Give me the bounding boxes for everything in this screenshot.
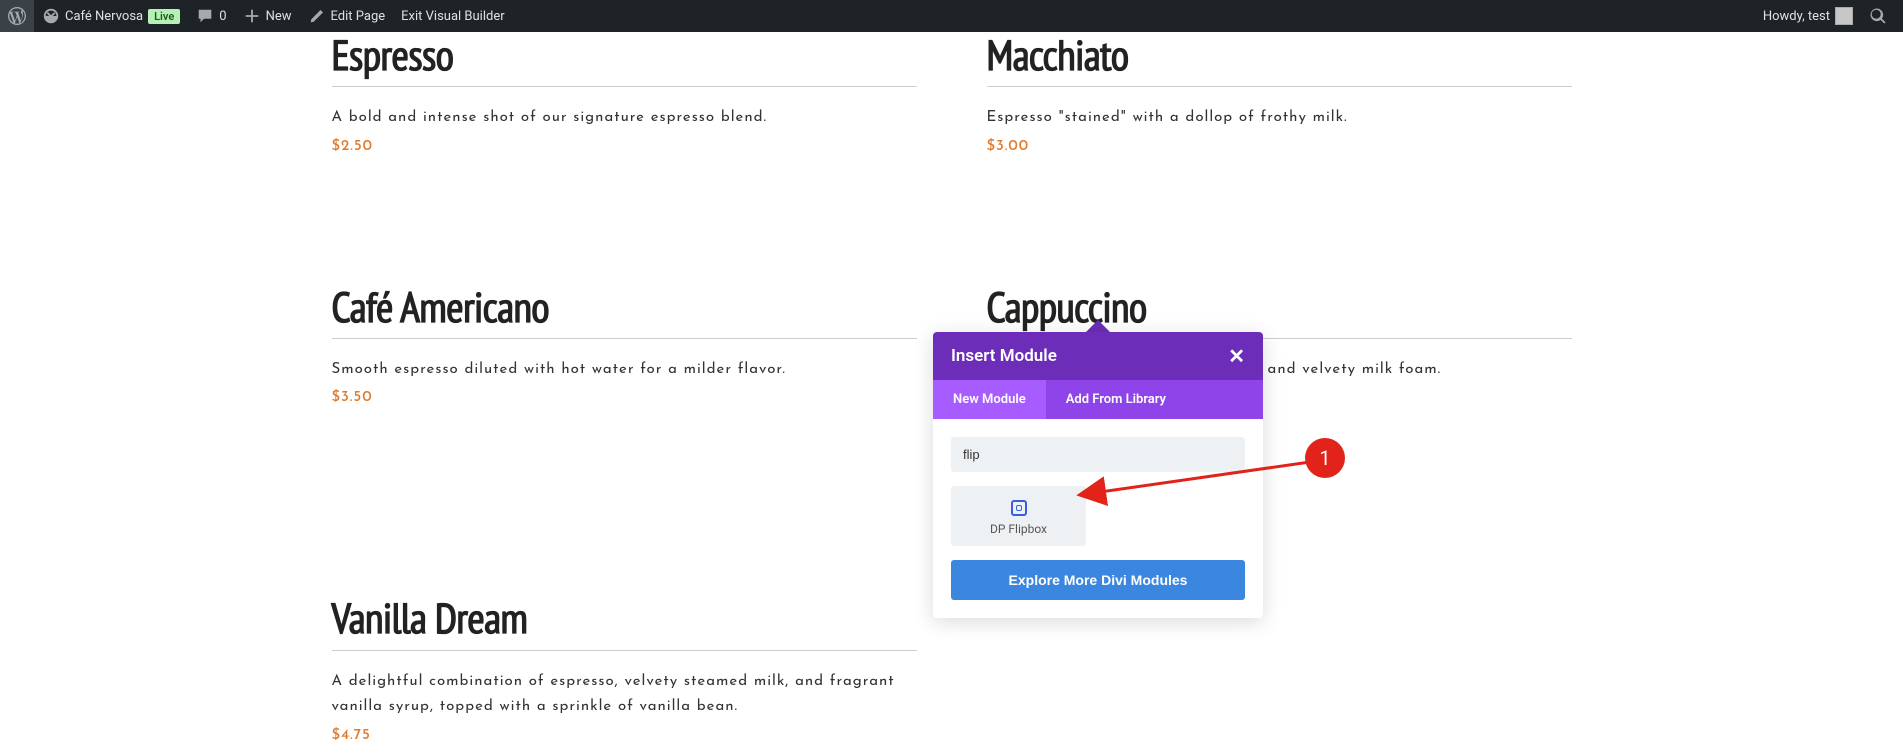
module-card-label: DP Flipbox xyxy=(957,522,1080,536)
search-toggle[interactable] xyxy=(1861,0,1895,32)
plus-icon xyxy=(243,7,261,25)
close-icon[interactable]: ✕ xyxy=(1228,346,1245,366)
menu-item-title: Vanilla Dream xyxy=(332,595,917,650)
menu-item-price: $2.50 xyxy=(332,139,917,154)
menu-item-price: $3.50 xyxy=(332,390,917,405)
menu-item-price: $4.75 xyxy=(332,728,917,743)
menu-item-desc: Espresso "stained" with a dollop of frot… xyxy=(987,105,1572,131)
exit-visual-builder-link[interactable]: Exit Visual Builder xyxy=(393,0,512,32)
howdy-label: Howdy, test xyxy=(1763,9,1830,24)
new-label: New xyxy=(266,9,292,24)
menu-item-vanilla-dream[interactable]: Vanilla Dream A delightful combination o… xyxy=(332,595,917,742)
explore-more-modules-button[interactable]: Explore More Divi Modules xyxy=(951,560,1245,600)
module-search-input[interactable] xyxy=(951,437,1245,472)
annotation-number-badge: 1 xyxy=(1305,438,1345,478)
tab-new-module[interactable]: New Module xyxy=(933,380,1046,419)
popover-arrow-icon xyxy=(1086,320,1110,332)
edit-page-label: Edit Page xyxy=(331,9,386,24)
tab-add-from-library[interactable]: Add From Library xyxy=(1046,380,1186,419)
module-dp-flipbox[interactable]: DP Flipbox xyxy=(951,486,1086,546)
menu-item-cafe-americano[interactable]: Café Americano Smooth espresso diluted w… xyxy=(332,284,917,406)
wordpress-icon xyxy=(8,7,26,25)
pencil-icon xyxy=(308,7,326,25)
exit-vb-label: Exit Visual Builder xyxy=(401,9,504,24)
site-name-label: Café Nervosa xyxy=(65,9,143,24)
menu-item-title: Macchiato xyxy=(987,32,1572,87)
wp-logo[interactable] xyxy=(0,0,34,32)
flipbox-icon xyxy=(1011,500,1027,516)
menu-item-price: $3.00 xyxy=(987,139,1572,154)
insert-module-popover: Insert Module ✕ New Module Add From Libr… xyxy=(933,320,1263,618)
popover-tabs: New Module Add From Library xyxy=(933,380,1263,419)
popover-header[interactable]: Insert Module ✕ xyxy=(933,332,1263,380)
wp-admin-bar: Café Nervosa Live 0 New Edit Page Exit V… xyxy=(0,0,1903,32)
avatar xyxy=(1835,7,1853,25)
dashboard-icon xyxy=(42,7,60,25)
annotation-number: 1 xyxy=(1319,446,1330,470)
site-menu[interactable]: Café Nervosa Live xyxy=(34,0,188,32)
comments-menu[interactable]: 0 xyxy=(188,0,234,32)
menu-item-title: Café Americano xyxy=(332,284,917,339)
menu-item-macchiato[interactable]: Macchiato Espresso "stained" with a doll… xyxy=(987,32,1572,154)
menu-item-desc: A delightful combination of espresso, ve… xyxy=(332,669,917,720)
comment-icon xyxy=(196,7,214,25)
howdy-user-menu[interactable]: Howdy, test xyxy=(1755,0,1861,32)
menu-item-espresso[interactable]: Espresso A bold and intense shot of our … xyxy=(332,32,917,154)
new-content-menu[interactable]: New xyxy=(235,0,300,32)
menu-item-desc: Smooth espresso diluted with hot water f… xyxy=(332,357,917,383)
popover-title: Insert Module xyxy=(951,346,1057,366)
menu-item-title: Espresso xyxy=(332,32,917,87)
live-badge: Live xyxy=(148,9,180,24)
menu-item-desc: A bold and intense shot of our signature… xyxy=(332,105,917,131)
edit-page-link[interactable]: Edit Page xyxy=(300,0,394,32)
search-icon xyxy=(1869,7,1887,25)
comment-count: 0 xyxy=(219,9,226,24)
